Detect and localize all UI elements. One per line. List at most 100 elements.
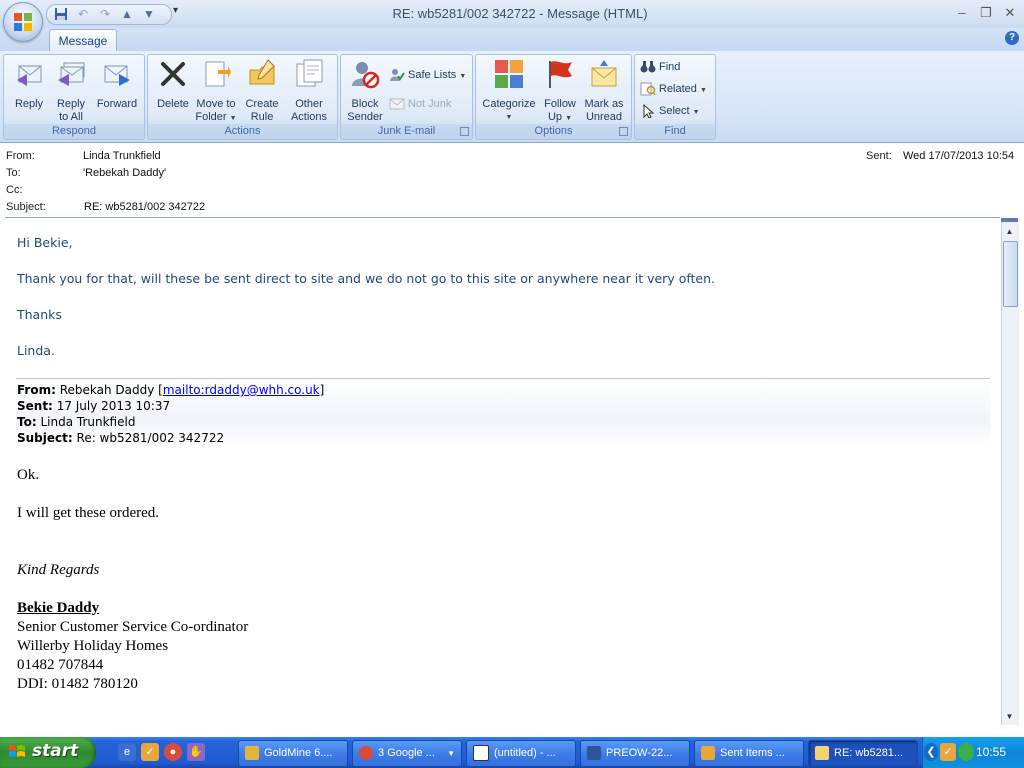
follow-up-button[interactable]: Follow Up ▼	[540, 58, 580, 125]
find-button[interactable]: Find	[640, 59, 680, 75]
quoted-subject: Subject: Re: wb5281/002 342722	[17, 431, 225, 445]
scroll-down-icon[interactable]: ▼	[1001, 710, 1018, 724]
undo-icon[interactable]: ↶	[75, 7, 91, 21]
task-preow[interactable]: PREOW-22...	[580, 740, 690, 767]
from-label: From:	[6, 150, 35, 162]
related-button[interactable]: Related ▼	[640, 81, 707, 99]
quoted-from: From: Rebekah Daddy [mailto:rdaddy@whh.c…	[17, 383, 325, 397]
tab-message[interactable]: Message	[49, 29, 117, 52]
subject-label: Subject:	[6, 201, 46, 213]
tray-expand-icon[interactable]: ❮	[924, 743, 938, 761]
junk-email-group-label: Junk E-mail	[341, 124, 472, 139]
quick-launch-outlook-icon[interactable]: ✓	[141, 743, 159, 761]
reply-all-icon	[58, 62, 85, 86]
signature-company: Willerby Holiday Homes	[17, 638, 169, 654]
tray-status-icon[interactable]	[958, 743, 974, 761]
respond-group: Reply Reply to All Forward Respond	[3, 54, 145, 140]
select-button[interactable]: Select ▼	[640, 103, 700, 121]
not-junk-icon	[389, 98, 405, 110]
options-group: Categorize ▼ Follow Up ▼ Mark as Unread …	[475, 54, 632, 140]
outlook-icon	[701, 746, 715, 761]
previous-item-icon[interactable]: ▲	[119, 7, 135, 21]
restore-button[interactable]: ❐	[974, 4, 998, 22]
forward-icon	[104, 65, 130, 86]
group-dropdown-icon: ▼	[447, 749, 455, 758]
move-to-folder-icon	[205, 61, 231, 87]
chrome-icon	[359, 746, 373, 761]
cc-label: Cc:	[6, 184, 23, 196]
quoted-regards: Kind Regards	[17, 562, 100, 578]
task-goldmine[interactable]: GoldMine 6....	[238, 740, 348, 767]
message-envelope-icon	[815, 746, 829, 761]
scrollbar-top-marker	[1001, 218, 1018, 222]
not-junk-button[interactable]: Not Junk	[389, 96, 451, 112]
create-rule-button[interactable]: Create Rule	[240, 58, 284, 124]
save-icon[interactable]	[53, 7, 69, 21]
goldmine-icon	[245, 746, 259, 761]
safe-lists-icon	[390, 69, 405, 82]
to-value[interactable]: 'Rebekah Daddy'	[83, 167, 166, 179]
safe-lists-button[interactable]: Safe Lists ▼	[389, 67, 466, 85]
scroll-up-icon[interactable]: ▲	[1001, 225, 1018, 239]
notepad-icon	[473, 745, 489, 762]
move-to-folder-button[interactable]: Move to Folder ▼	[194, 58, 238, 125]
ribbon-tab-strip	[0, 28, 1024, 52]
actions-group: Delete Move to Folder ▼ Create Rule Othe…	[147, 54, 338, 140]
quoted-line: I will get these ordered.	[17, 505, 160, 521]
junk-email-group: Block Sender Safe Lists ▼ Not Junk Junk …	[340, 54, 473, 140]
scroll-thumb[interactable]	[1003, 241, 1018, 307]
other-actions-icon	[296, 59, 323, 87]
find-group-label: Find	[635, 124, 715, 139]
customize-qat-icon[interactable]: ▾	[173, 5, 178, 16]
help-icon[interactable]: ?	[1005, 31, 1019, 45]
signature-title: Senior Customer Service Co-ordinator	[17, 619, 249, 635]
delete-button[interactable]: Delete	[152, 58, 194, 111]
subject-value: RE: wb5281/002 342722	[84, 201, 206, 213]
start-label: start	[32, 741, 79, 761]
reply-icon	[17, 65, 42, 86]
next-item-icon[interactable]: ▼	[141, 7, 157, 21]
windows-flag-icon	[9, 745, 25, 757]
respond-group-label: Respond	[4, 124, 144, 139]
task-untitled[interactable]: (untitled) - ...	[466, 740, 576, 767]
delete-icon	[161, 62, 185, 86]
task-google-chrome[interactable]: 3 Google ... ▼	[352, 740, 462, 767]
mark-unread-icon	[591, 60, 617, 87]
follow-up-flag-icon	[549, 61, 572, 88]
quick-launch-chrome-icon[interactable]: ●	[164, 743, 182, 761]
tray-outlook-icon[interactable]: ✓	[940, 743, 956, 761]
reply-all-button[interactable]: Reply to All	[51, 58, 91, 124]
office-button[interactable]	[3, 2, 43, 42]
ribbon: Reply Reply to All Forward Respond Delet…	[0, 51, 1024, 143]
options-dialog-launcher-icon[interactable]	[619, 127, 628, 136]
from-value[interactable]: Linda Trunkfield	[83, 150, 161, 162]
minimize-button[interactable]: –	[950, 4, 974, 22]
body-signoff: Linda.	[17, 343, 55, 358]
signature-phone: 01482 707844	[17, 657, 104, 673]
reply-button[interactable]: Reply	[9, 58, 49, 111]
task-active-message[interactable]: RE: wb5281...	[808, 740, 918, 767]
word-icon	[587, 746, 601, 761]
message-body[interactable]: Hi Bekie, Thank you for that, will these…	[5, 217, 1000, 726]
block-sender-button[interactable]: Block Sender	[344, 58, 386, 124]
mark-as-unread-button[interactable]: Mark as Unread	[581, 58, 627, 124]
quick-launch-ie-icon[interactable]: e	[118, 743, 136, 761]
junk-email-dialog-launcher-icon[interactable]	[460, 127, 469, 136]
quoted-to: To: Linda Trunkfield	[17, 415, 136, 429]
categorize-button[interactable]: Categorize ▼	[480, 58, 538, 124]
quick-launch-app-icon[interactable]: ✋	[187, 743, 205, 761]
actions-group-label: Actions	[148, 124, 337, 139]
signature-ddi: DDI: 01482 780120	[17, 676, 138, 692]
office-logo-icon	[14, 13, 32, 31]
task-sent-items[interactable]: Sent Items ...	[694, 740, 804, 767]
close-button[interactable]: ✕	[998, 4, 1022, 22]
mailto-link[interactable]: mailto:rdaddy@whh.co.uk	[163, 383, 320, 397]
clock: 10:55	[976, 745, 1007, 759]
signature-name: Bekie Daddy	[17, 600, 100, 616]
redo-icon[interactable]: ↷	[97, 7, 113, 21]
body-paragraph: Thank you for that, will these be sent d…	[17, 271, 716, 286]
forward-button[interactable]: Forward	[93, 58, 141, 111]
sent-value: Wed 17/07/2013 10:54	[903, 150, 1015, 162]
find-group: Find Related ▼ Select ▼ Find	[634, 54, 716, 140]
window-title: RE: wb5281/002 342722 - Message (HTML)	[392, 6, 648, 21]
